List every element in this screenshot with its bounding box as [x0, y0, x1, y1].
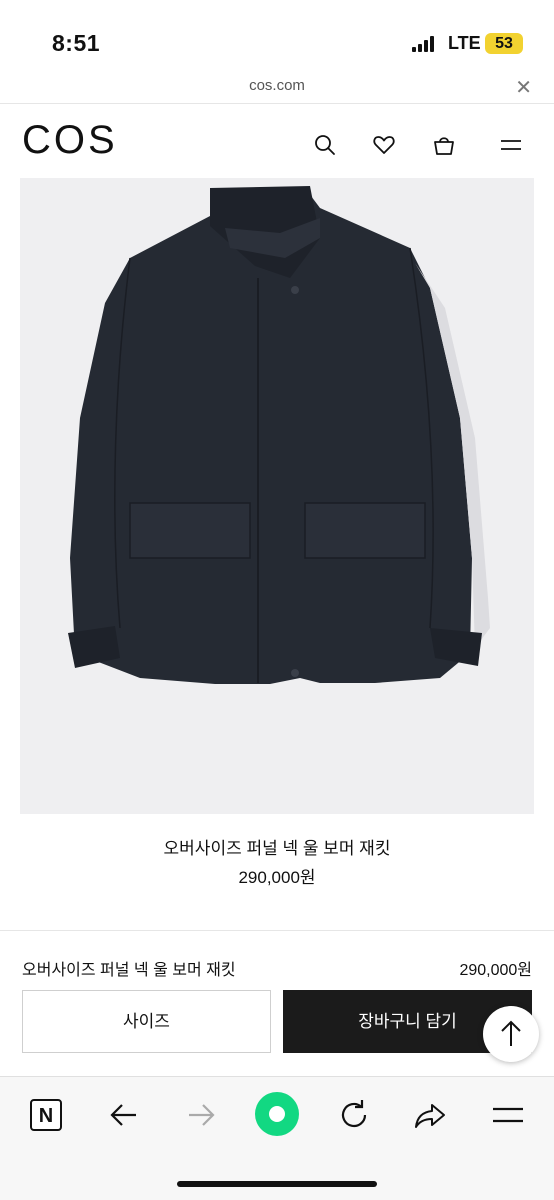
back-arrow-icon[interactable]	[106, 1097, 142, 1133]
naver-icon[interactable]: N	[28, 1097, 64, 1133]
cos-logo[interactable]: COS	[22, 118, 118, 163]
close-icon[interactable]: ✕	[515, 75, 532, 100]
network-type: LTE	[448, 33, 481, 53]
green-dot-icon[interactable]	[254, 1091, 300, 1137]
heart-icon[interactable]	[371, 132, 397, 158]
home-indicator	[177, 1181, 377, 1187]
scroll-to-top-button[interactable]	[483, 1006, 539, 1062]
signal-icon	[412, 36, 438, 52]
naver-letter: N	[39, 1105, 53, 1127]
arrow-up-icon	[501, 1020, 521, 1046]
menu-icon[interactable]	[490, 1097, 526, 1133]
menu-icon[interactable]	[498, 132, 524, 158]
status-bar: 8:51 LTE 53	[0, 0, 554, 70]
jacket-illustration	[68, 186, 490, 684]
site-header: COS	[0, 104, 554, 176]
reload-icon[interactable]	[336, 1097, 372, 1133]
url-text[interactable]: cos.com	[0, 77, 554, 94]
share-icon[interactable]	[412, 1097, 448, 1133]
bag-icon[interactable]	[431, 132, 457, 158]
product-title: 오버사이즈 퍼널 넥 울 보머 재킷	[163, 839, 391, 858]
sticky-product-price: 290,000원	[459, 962, 532, 979]
battery-icon: 53	[485, 33, 523, 54]
product-price: 290,000원	[238, 868, 316, 887]
search-icon[interactable]	[312, 132, 338, 158]
status-time: 8:51	[52, 30, 101, 56]
sticky-product-title: 오버사이즈 퍼널 넥 울 보머 재킷	[22, 962, 236, 979]
product-image[interactable]	[20, 178, 534, 814]
forward-arrow-icon[interactable]	[183, 1097, 219, 1133]
divider	[0, 930, 554, 931]
size-button[interactable]: 사이즈	[22, 990, 271, 1053]
address-bar[interactable]: cos.com ✕	[0, 70, 554, 104]
